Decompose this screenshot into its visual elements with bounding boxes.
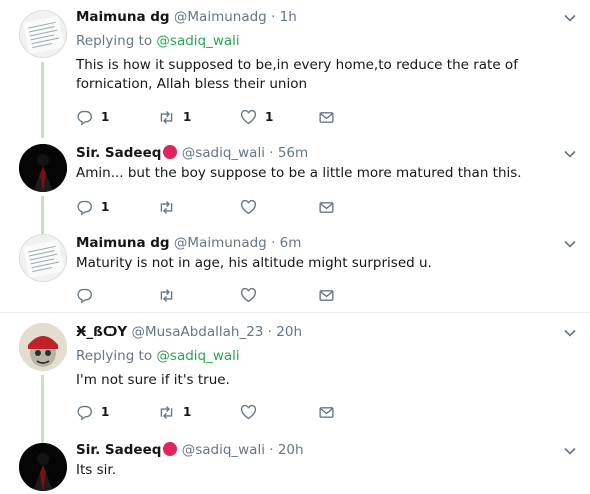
- retweet-button[interactable]: [158, 197, 183, 217]
- retweet-button[interactable]: [158, 285, 183, 305]
- retweet-icon: [160, 288, 173, 302]
- retweet-icon: [160, 110, 173, 124]
- direct-message-button[interactable]: [318, 285, 335, 305]
- tweet[interactable]: Sir. Sadeeq @sadiq_wali · 20h Its sir.: [0, 433, 590, 494]
- separator-dot: ·: [271, 9, 276, 25]
- direct-message-button[interactable]: [318, 107, 335, 127]
- display-name[interactable]: Sir. Sadeeq: [76, 145, 161, 161]
- tweet-header: Sir. Sadeeq @sadiq_wali · 56m: [76, 144, 308, 162]
- user-handle[interactable]: @sadiq_wali: [182, 442, 265, 458]
- timestamp[interactable]: 56m: [278, 145, 308, 161]
- tweet-header: Maimuna dg @Maimunadg · 1h: [76, 8, 297, 26]
- tweet-text: I'm not sure if it's true.: [76, 372, 230, 388]
- heart-icon: [240, 199, 257, 214]
- user-handle[interactable]: @Maimunadg: [174, 235, 267, 251]
- retweet-icon: [160, 405, 173, 419]
- envelope-icon: [319, 111, 334, 123]
- envelope-icon: [319, 289, 334, 301]
- timestamp[interactable]: 1h: [280, 9, 297, 25]
- like-button[interactable]: [240, 402, 265, 422]
- tweet-text: Maturity is not in age, his altitude mig…: [76, 255, 432, 271]
- tweet-header: Sir. Sadeeq @sadiq_wali · 20h: [76, 441, 304, 459]
- separator-dot: ·: [267, 324, 272, 340]
- retweet-button[interactable]: 1: [158, 107, 191, 127]
- chevron-down-icon[interactable]: [562, 443, 578, 459]
- red-circle-emoji: [163, 145, 178, 159]
- like-button[interactable]: 1: [240, 107, 273, 127]
- like-button[interactable]: [240, 285, 265, 305]
- display-name[interactable]: Ӿ_ßѺY: [76, 324, 127, 340]
- avatar[interactable]: [19, 443, 67, 491]
- tweet[interactable]: Ӿ_ßѺY @MusaAbdallah_23 · 20h Replying to…: [0, 313, 590, 445]
- tweet-actions: [76, 285, 376, 305]
- replying-to-link[interactable]: @sadiq_wali: [156, 33, 239, 49]
- user-handle[interactable]: @MusaAbdallah_23: [131, 324, 263, 340]
- tweet-text: This is how it supposed to be,in every h…: [76, 57, 518, 92]
- timestamp[interactable]: 20h: [276, 324, 302, 340]
- reply-icon: [77, 110, 92, 126]
- reply-button[interactable]: 1: [76, 197, 109, 217]
- tweet[interactable]: Maimuna dg @Maimunadg · 1h Replying to @…: [0, 0, 590, 138]
- heart-icon: [240, 287, 257, 302]
- chevron-down-icon[interactable]: [562, 325, 578, 341]
- heart-icon: [240, 109, 257, 124]
- tweet-text: Amin... but the boy suppose to be a litt…: [76, 165, 522, 181]
- reply-icon: [77, 405, 92, 421]
- display-name[interactable]: Maimuna dg: [76, 9, 170, 25]
- tweet-actions: 1 1: [76, 402, 376, 422]
- avatar[interactable]: [19, 144, 67, 192]
- timestamp[interactable]: 20h: [278, 442, 304, 458]
- reply-count: 1: [101, 200, 110, 214]
- retweet-button[interactable]: 1: [158, 402, 191, 422]
- red-circle-emoji: [163, 442, 178, 456]
- retweet-icon: [160, 200, 173, 214]
- reply-button[interactable]: 1: [76, 107, 109, 127]
- thread-line: [41, 62, 44, 138]
- tweet[interactable]: Maimuna dg @Maimunadg · 6m Maturity is n…: [0, 224, 590, 312]
- chevron-down-icon[interactable]: [562, 10, 578, 26]
- avatar[interactable]: [19, 323, 67, 371]
- chevron-down-icon[interactable]: [562, 236, 578, 252]
- tweet-actions: 1: [76, 197, 376, 217]
- direct-message-button[interactable]: [318, 197, 335, 217]
- replying-to-label: Replying to: [76, 348, 157, 364]
- avatar[interactable]: [19, 10, 67, 58]
- tweet-actions: 1 1 1: [76, 107, 376, 127]
- tweet-text: Its sir.: [76, 462, 116, 478]
- tweet[interactable]: Sir. Sadeeq @sadiq_wali · 56m Amin... bu…: [0, 134, 590, 236]
- retweet-count: 1: [183, 110, 192, 124]
- separator-dot: ·: [269, 145, 274, 161]
- reply-button[interactable]: [76, 285, 101, 305]
- separator-dot: ·: [271, 235, 276, 251]
- envelope-icon: [319, 406, 334, 418]
- replying-to-link[interactable]: @sadiq_wali: [156, 348, 239, 364]
- reply-icon: [77, 200, 92, 216]
- tweet-header: Ӿ_ßѺY @MusaAbdallah_23 · 20h: [76, 323, 302, 341]
- heart-icon: [240, 404, 257, 419]
- user-handle[interactable]: @Maimunadg: [174, 9, 267, 25]
- envelope-icon: [319, 201, 334, 213]
- separator-dot: ·: [269, 442, 274, 458]
- user-handle[interactable]: @sadiq_wali: [182, 145, 265, 161]
- avatar[interactable]: [19, 234, 67, 282]
- reply-icon: [77, 288, 92, 304]
- display-name[interactable]: Sir. Sadeeq: [76, 442, 161, 458]
- reply-button[interactable]: 1: [76, 402, 109, 422]
- like-count: 1: [265, 110, 274, 124]
- chevron-down-icon[interactable]: [562, 146, 578, 162]
- replying-to-label: Replying to: [76, 33, 157, 49]
- like-button[interactable]: [240, 197, 265, 217]
- direct-message-button[interactable]: [318, 402, 335, 422]
- tweet-header: Maimuna dg @Maimunadg · 6m: [76, 234, 301, 252]
- timestamp[interactable]: 6m: [280, 235, 302, 251]
- replying-to: Replying to @sadiq_wali: [76, 347, 240, 365]
- retweet-count: 1: [183, 405, 192, 419]
- replying-to: Replying to @sadiq_wali: [76, 32, 240, 50]
- reply-count: 1: [101, 110, 110, 124]
- reply-count: 1: [101, 405, 110, 419]
- display-name[interactable]: Maimuna dg: [76, 235, 170, 251]
